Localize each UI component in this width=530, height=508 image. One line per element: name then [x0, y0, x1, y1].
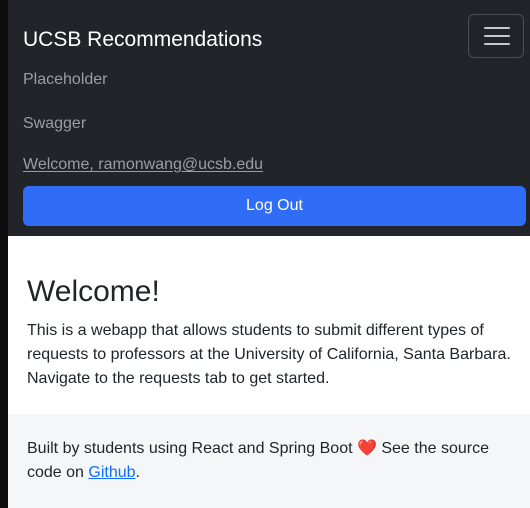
- navbar-toggler-button[interactable]: [468, 14, 524, 58]
- hamburger-menu-icon-middle: [484, 35, 510, 37]
- hamburger-menu-icon: [484, 27, 510, 29]
- footer: Built by students using React and Spring…: [8, 414, 530, 508]
- nav-link-welcome-user[interactable]: Welcome, ramonwang@ucsb.edu: [23, 155, 263, 175]
- intro-text: This is a webapp that allows students to…: [27, 322, 511, 387]
- github-link[interactable]: Github: [88, 464, 135, 481]
- navbar-brand[interactable]: UCSB Recommendations: [23, 27, 262, 53]
- heart-icon: ❤️: [356, 440, 377, 457]
- navbar: UCSB Recommendations Placeholder Swagger…: [8, 0, 530, 236]
- window-left-border: [0, 0, 8, 508]
- nav-link-swagger[interactable]: Swagger: [23, 114, 86, 134]
- footer-built-by-text: Built by students using React and Spring…: [27, 440, 353, 457]
- logout-button[interactable]: Log Out: [23, 186, 526, 226]
- footer-text: Built by students using React and Spring…: [27, 437, 527, 485]
- nav-link-placeholder[interactable]: Placeholder: [23, 70, 108, 90]
- hamburger-menu-icon-bottom: [484, 43, 510, 45]
- page-title: Welcome!: [27, 275, 160, 308]
- footer-period: .: [135, 464, 140, 481]
